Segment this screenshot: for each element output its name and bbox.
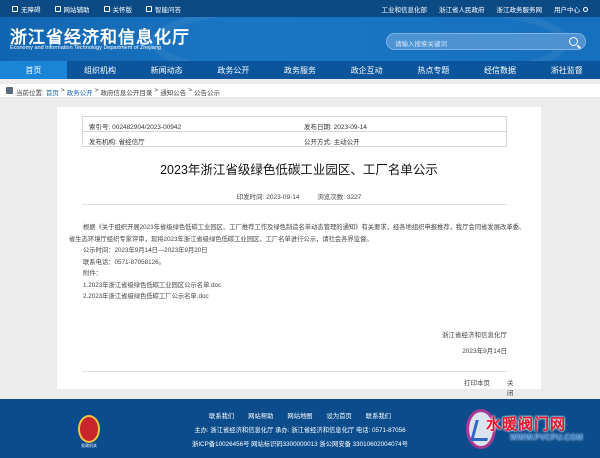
nav-interaction[interactable]: 政企互动 <box>333 61 400 79</box>
top-links-left: 无障碍 网站辅助 关怀版 智能问答 <box>12 4 181 14</box>
contact-phone: 联系电话：0571-87058126。 <box>83 258 165 266</box>
breadcrumb-catalog[interactable]: 政府信息公开目录 <box>100 87 152 97</box>
breadcrumb-home[interactable]: 首页 <box>46 87 59 97</box>
nav-data[interactable]: 经信数据 <box>467 61 534 79</box>
user-center-link[interactable]: 用户中心 <box>554 4 588 14</box>
footer-link-help[interactable]: 网站帮助 <box>248 411 273 420</box>
nav-organization[interactable]: 组织机构 <box>67 61 134 79</box>
nav-gov-service[interactable]: 政务服务 <box>267 61 334 79</box>
accessibility-icon <box>12 6 18 12</box>
article-actions: 打印本页 关闭窗口 <box>82 371 514 417</box>
view-count: 浏览次数: 3227 <box>317 194 362 201</box>
breadcrumb: 当前位置: 首页 > 政务公开 > 政府信息公开目录 > 通知公告 > 公告公示 <box>0 84 600 98</box>
watermark-text: 水暖阀门网 <box>486 416 567 433</box>
footer-link-contact-2[interactable]: 联系我们 <box>366 411 391 420</box>
open-type: 公开方式: 主动公开 <box>304 139 360 146</box>
print-date: 印发时间: 2023-09-14 <box>236 194 300 201</box>
attachment-link-1[interactable]: 1.2023年浙江省级绿色低碳工业园区公示名单.doc <box>69 280 529 292</box>
breadcrumb-announcements[interactable]: 公告公示 <box>194 87 220 97</box>
signature-org: 浙江省经济和信息化厅 <box>442 332 507 339</box>
breadcrumb-notices[interactable]: 通知公告 <box>160 87 186 97</box>
accessibility-link[interactable]: 无障碍 <box>12 4 41 14</box>
footer-link-contact[interactable]: 联系我们 <box>209 411 234 420</box>
smart-qa-link[interactable]: 智能问答 <box>146 4 181 14</box>
care-mode-link[interactable]: 关怀版 <box>103 4 132 14</box>
assist-link[interactable]: 网站辅助 <box>54 4 90 14</box>
watermark-url: WWW.PVCPU.COM <box>510 433 583 442</box>
main-nav: 首页 组织机构 新闻动态 政务公开 政务服务 政企互动 热点专题 经信数据 浙社… <box>0 61 600 79</box>
breadcrumb-gov-open[interactable]: 政务公开 <box>67 87 93 97</box>
attachment-link-2[interactable]: 2.2023年浙江省级绿色低碳工厂公示名单.doc <box>69 291 529 303</box>
breadcrumb-sep: > <box>188 87 192 94</box>
breadcrumb-prefix: 当前位置: <box>16 90 44 97</box>
breadcrumb-sep: > <box>94 87 99 94</box>
article-panel: 索引号: 002482904/2023-00942 发布日期: 2023-09-… <box>57 107 541 417</box>
index-number: 索引号: 002482904/2023-00942 <box>89 124 182 131</box>
article-body: 根据《关于组织开展2023年省级绿色低碳工业园区、工厂推荐工作及绿色制造名单动态… <box>69 222 529 303</box>
notice-period: 公示时间：2023年9月14日—2023年9月20日 <box>83 247 208 254</box>
nav-supervision[interactable]: 浙社监督 <box>533 61 600 79</box>
article-paragraph: 根据《关于组织开展2023年省级绿色低碳工业园区、工厂推荐工作及绿色制造名单动态… <box>69 224 526 243</box>
print-button[interactable]: 打印本页 <box>464 377 490 387</box>
breadcrumb-sep: > <box>154 87 159 94</box>
article-title: 2023年浙江省级绿色低碳工业园区、工厂名单公示 <box>160 163 438 177</box>
miit-link[interactable]: 工业和信息化部 <box>382 4 428 14</box>
location-icon <box>6 87 13 94</box>
attachments-label: 附件： <box>83 270 102 277</box>
publish-info: 印发时间: 2023-09-14 浏览次数: 3227 <box>57 191 541 201</box>
top-bar: 无障碍 网站辅助 关怀版 智能问答 工业和信息化部 浙江省人民政府 浙江政务服务… <box>0 0 600 17</box>
footer-link-homepage[interactable]: 设为首页 <box>327 411 352 420</box>
meta-table: 索引号: 002482904/2023-00942 发布日期: 2023-09-… <box>82 116 507 147</box>
top-links-right: 工业和信息化部 浙江省人民政府 浙江政务服务网 用户中心 <box>382 4 588 14</box>
search-input[interactable]: 请输入搜索关键词 <box>386 33 586 50</box>
site-header: 浙江省经济和信息化厅 Economy and Information Techn… <box>0 17 600 61</box>
site-title-en: Economy and Information Technology Depar… <box>10 45 161 51</box>
issuer: 发布机构: 省经信厅 <box>89 139 145 146</box>
signature-date: 2023年9月14日 <box>462 348 507 355</box>
care-icon <box>103 6 110 12</box>
divider <box>82 204 507 205</box>
search-icon[interactable] <box>569 37 578 46</box>
nav-topics[interactable]: 热点专题 <box>400 61 467 79</box>
assist-icon <box>54 6 61 12</box>
zj-service-link[interactable]: 浙江政务服务网 <box>497 4 543 14</box>
qa-icon <box>146 6 152 12</box>
issue-date: 发布日期: 2023-09-14 <box>304 124 367 131</box>
watermark: 水暖阀门网 WWW.PVCPU.COM <box>466 403 600 458</box>
breadcrumb-sep: > <box>60 87 65 94</box>
nav-home[interactable]: 首页 <box>0 61 67 79</box>
user-icon <box>583 6 588 12</box>
nav-gov-open[interactable]: 政务公开 <box>200 61 267 79</box>
zj-gov-link[interactable]: 浙江省人民政府 <box>439 4 485 14</box>
nav-news[interactable]: 新闻动态 <box>133 61 200 79</box>
search-placeholder: 请输入搜索关键词 <box>395 41 447 48</box>
footer-link-sitemap[interactable]: 网站地图 <box>287 411 312 420</box>
